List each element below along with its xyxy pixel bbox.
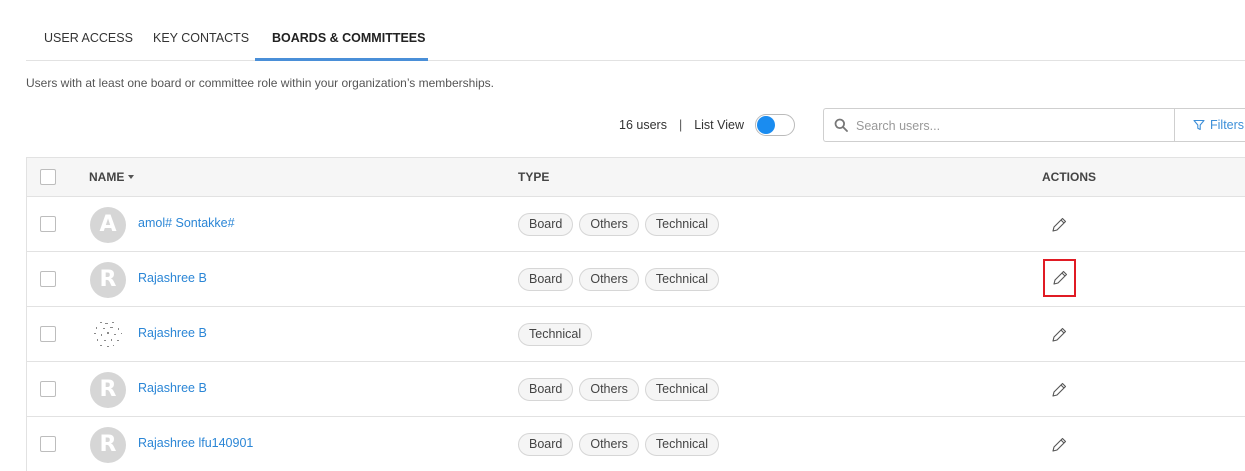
type-chip: Technical: [644, 213, 719, 236]
page-description: Users with at least one board or committ…: [26, 76, 494, 90]
user-name-link[interactable]: Rajashree B: [138, 381, 207, 395]
list-view-label: List View: [694, 118, 744, 132]
type-chip: Technical: [518, 323, 593, 346]
pencil-icon: [1052, 327, 1067, 342]
type-chip: Technical: [644, 378, 719, 401]
type-chip: Others: [579, 378, 639, 401]
type-chip: Board: [518, 213, 574, 236]
members-table: NAME TYPE ACTIONS A amol# Sontakke# Boar…: [26, 157, 1245, 471]
type-chips: Board Others Technical: [518, 268, 719, 291]
tab-boards-committees[interactable]: BOARDS & COMMITTEES: [255, 17, 428, 61]
filters-button[interactable]: Filters: [1174, 108, 1245, 142]
user-name-link[interactable]: amol# Sontakke#: [138, 216, 235, 230]
user-name-link[interactable]: Rajashree B: [138, 271, 207, 285]
row-checkbox[interactable]: [40, 326, 56, 342]
name-column-header[interactable]: NAME: [89, 158, 135, 196]
tab-bar: USER ACCESS KEY CONTACTS BOARDS & COMMIT…: [26, 17, 1245, 61]
name-header-label: NAME: [89, 170, 125, 184]
type-chips: Board Others Technical: [518, 433, 719, 456]
pencil-icon: [1052, 382, 1067, 397]
type-chips: Board Others Technical: [518, 378, 719, 401]
actions-column-header: ACTIONS: [1042, 170, 1096, 184]
caret-down-icon: [128, 174, 135, 179]
search-icon: [834, 118, 848, 132]
type-chip: Board: [518, 378, 574, 401]
edit-button[interactable]: [1043, 374, 1075, 406]
profile-photo-icon: [94, 322, 122, 347]
type-chip: Others: [579, 433, 639, 456]
type-chip: Others: [579, 268, 639, 291]
search-input[interactable]: [856, 115, 1166, 137]
tab-user-access[interactable]: USER ACCESS: [44, 17, 133, 61]
avatar: A: [90, 207, 126, 243]
pencil-icon: [1052, 437, 1067, 452]
row-checkbox[interactable]: [40, 381, 56, 397]
type-chips: Board Others Technical: [518, 213, 719, 236]
avatar: R: [90, 372, 126, 408]
avatar: R: [90, 262, 126, 298]
user-count-bar: 16 users | List View: [619, 116, 744, 134]
row-checkbox[interactable]: [40, 216, 56, 232]
count-separator: |: [678, 118, 683, 132]
toggle-knob: [757, 116, 775, 134]
list-view-toggle[interactable]: [755, 114, 795, 136]
edit-button[interactable]: [1043, 209, 1075, 241]
type-chips: Technical: [518, 323, 593, 346]
type-chip: Others: [579, 213, 639, 236]
table-row: R Rajashree B Board Others Technical: [27, 362, 1245, 417]
avatar: [90, 317, 126, 353]
select-all-checkbox[interactable]: [40, 169, 56, 185]
tab-key-contacts[interactable]: KEY CONTACTS: [153, 17, 249, 61]
pencil-icon: [1052, 270, 1067, 285]
filter-icon: [1193, 119, 1205, 131]
type-chip: Board: [518, 268, 574, 291]
type-chip: Technical: [644, 268, 719, 291]
row-checkbox[interactable]: [40, 436, 56, 452]
table-row: A amol# Sontakke# Board Others Technical: [27, 197, 1245, 252]
type-column-header: TYPE: [518, 170, 550, 184]
filters-label: Filters: [1210, 118, 1245, 132]
type-chip: Technical: [644, 433, 719, 456]
table-header: NAME TYPE ACTIONS: [27, 158, 1245, 197]
search-box: [823, 108, 1175, 142]
type-chip: Board: [518, 433, 574, 456]
edit-button[interactable]: [1043, 429, 1075, 461]
user-count: 16 users: [619, 118, 667, 132]
table-row: Rajashree B Technical: [27, 307, 1245, 362]
table-row: R Rajashree B Board Others Technical: [27, 252, 1245, 307]
pencil-icon: [1052, 217, 1067, 232]
avatar: R: [90, 427, 126, 463]
user-name-link[interactable]: Rajashree B: [138, 326, 207, 340]
edit-button[interactable]: [1043, 319, 1075, 351]
edit-button-highlighted[interactable]: [1043, 259, 1076, 297]
row-checkbox[interactable]: [40, 271, 56, 287]
user-name-link[interactable]: Rajashree lfu140901: [138, 436, 253, 450]
table-row: R Rajashree lfu140901 Board Others Techn…: [27, 417, 1245, 471]
